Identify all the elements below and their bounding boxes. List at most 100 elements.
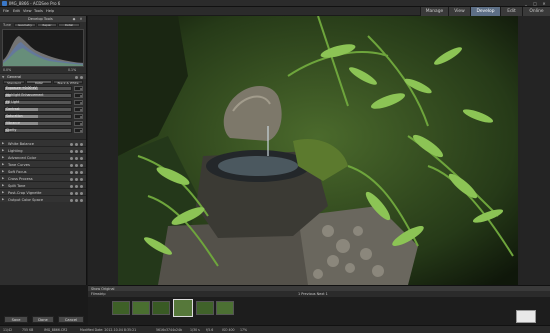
section-label: Advanced Color (8, 155, 37, 160)
slider-label: Contrast (6, 107, 20, 111)
expand-icon: ▶ (2, 190, 5, 194)
expand-icon: ▶ (2, 148, 5, 152)
tab-detail[interactable]: Detail (58, 23, 80, 27)
filmstrip-navigation[interactable]: 1 Previous Next 1 (298, 292, 328, 296)
slider-label: Highlight Enhancement (6, 93, 44, 97)
maximize-icon[interactable]: □ (531, 1, 539, 6)
section-label: Soft Focus (8, 169, 27, 174)
section-label: Split Tone (8, 183, 26, 188)
section-label: Tone Curves (8, 162, 30, 167)
status-dimensions: 5616x3744x24b (156, 328, 183, 332)
filmstrip (88, 297, 550, 325)
collapsed-section[interactable]: ▶ Soft Focus (0, 167, 86, 174)
done-button[interactable]: Done (32, 316, 54, 323)
thumbnail-selected[interactable] (173, 299, 193, 317)
slider-row: Fill Light 0 (0, 99, 86, 106)
collapsed-section[interactable]: ▶ Advanced Color (0, 153, 86, 160)
slider-row: Exposure +0.00 eV 0 (0, 85, 86, 92)
slider-row: Clarity 0 (0, 127, 86, 134)
status-aperture: f/5.6 (206, 328, 214, 332)
expand-icon: ▶ (2, 155, 5, 159)
panel-title: Develop Tools (28, 17, 53, 21)
menu-view[interactable]: View (23, 9, 32, 13)
menu-help[interactable]: Help (46, 9, 54, 13)
tab-edit[interactable]: Edit (500, 7, 522, 16)
collapsed-section[interactable]: ▶ Split Tone (0, 181, 86, 188)
section-label: Post-Crop Vignette (8, 190, 42, 195)
develop-panel: Develop Tools ◆ ✕ Tune Geometry Repair D… (0, 16, 87, 285)
expand-icon: ▶ (2, 169, 5, 173)
expand-icon: ▶ (2, 141, 5, 145)
tab-manage[interactable]: Manage (420, 7, 448, 16)
slider-list: Exposure +0.00 eV 0 Highlight Enhancement 0… (0, 85, 86, 134)
collapsed-section[interactable]: ▶ Post-Crop Vignette (0, 188, 86, 195)
histogram-high: 0.1% (68, 68, 77, 72)
slider-label: Saturation (6, 114, 23, 118)
slider-label: Fill Light (6, 100, 20, 104)
tab-color[interactable]: Color (26, 80, 52, 85)
section-label: White Balance (8, 141, 34, 146)
viewer-right-margin (520, 16, 550, 285)
slider-label: Exposure +0.00 eV (6, 86, 37, 90)
navigator-preview[interactable] (516, 310, 536, 323)
thumbnail[interactable] (216, 301, 234, 315)
options-icon[interactable] (80, 199, 83, 202)
slider-value-field[interactable]: 0 (74, 128, 83, 133)
pin-icon[interactable]: ◆ (72, 17, 76, 21)
histogram (2, 29, 84, 67)
collapsed-section[interactable]: ▶ Lighting (0, 146, 86, 153)
slider-value-field[interactable]: 0 (74, 86, 83, 91)
expand-icon: ▶ (2, 183, 5, 187)
status-date: Modified Date: 2012-10-04 8:35:21 (80, 328, 137, 332)
tab-view[interactable]: View (448, 7, 470, 16)
close-icon[interactable]: ✕ (540, 1, 548, 6)
tab-develop[interactable]: Develop (470, 7, 500, 16)
collapsed-section[interactable]: ▶ Tone Curves (0, 160, 86, 167)
histogram-graph (3, 36, 83, 66)
status-iso: ISO 400 (222, 328, 235, 332)
reset-icon[interactable] (70, 199, 73, 202)
window-title: IMG_8866 - ACDSee Pro 6 (9, 1, 61, 6)
thumbnail[interactable] (152, 301, 170, 315)
section-label: Cross Process (8, 176, 33, 181)
status-zoom: 17% (240, 328, 248, 332)
close-panel-icon[interactable]: ✕ (79, 17, 83, 21)
collapsed-section[interactable]: ▶ Cross Process (0, 174, 86, 181)
menu-tools[interactable]: Tools (34, 9, 43, 13)
menu-file[interactable]: File (3, 9, 9, 13)
collapsed-section[interactable]: ▶ White Balance (0, 139, 86, 146)
app-icon (2, 1, 7, 6)
slider-value-field[interactable]: 0 (74, 107, 83, 112)
tab-repair[interactable]: Repair (37, 23, 57, 27)
menu-edit[interactable]: Edit (13, 9, 20, 13)
filmstrip-label: Filmstrip (91, 292, 106, 296)
tab-geometry[interactable]: Geometry (14, 23, 36, 27)
status-bar: 11/42 755 KB IMG_8866.CR2 Modified Date:… (0, 325, 550, 333)
slider-value-field[interactable]: 0 (74, 114, 83, 119)
section-list: ▶ White Balance ▶ Lighting ▶ Advanced Color ▶ T… (0, 139, 86, 202)
tab-black-white[interactable]: Black & White (53, 80, 83, 85)
thumbnail[interactable] (132, 301, 150, 315)
tune-label: Tune (3, 23, 11, 27)
garden-photo[interactable] (118, 16, 518, 285)
status-shutter: 1/30 s (190, 328, 200, 332)
tab-standard[interactable]: Standard (3, 80, 25, 85)
slider-value-field[interactable]: 0 (74, 121, 83, 126)
title-bar: IMG_8866 - ACDSee Pro 6 _ □ ✕ (0, 0, 550, 7)
cancel-button[interactable]: Cancel (58, 316, 84, 323)
tune-tabs: Tune Geometry Repair Detail (0, 22, 86, 28)
save-button[interactable]: Save (4, 316, 28, 323)
toggle-icon[interactable] (75, 199, 78, 202)
status-position: 11/42 (3, 328, 13, 332)
minimize-icon[interactable]: _ (522, 1, 530, 6)
thumbnail[interactable] (196, 301, 214, 315)
collapsed-section[interactable]: ▶ Output Color Space (0, 195, 86, 202)
status-filename: IMG_8866.CR2 (44, 328, 68, 332)
histogram-low: 0.0% (3, 68, 12, 72)
slider-value-field[interactable]: 0 (74, 93, 83, 98)
tab-online[interactable]: Online (522, 7, 550, 16)
fountain-image (118, 16, 518, 285)
thumbnail[interactable] (112, 301, 130, 315)
slider-value-field[interactable]: 0 (74, 100, 83, 105)
slider-label: Vibrance (6, 121, 21, 125)
